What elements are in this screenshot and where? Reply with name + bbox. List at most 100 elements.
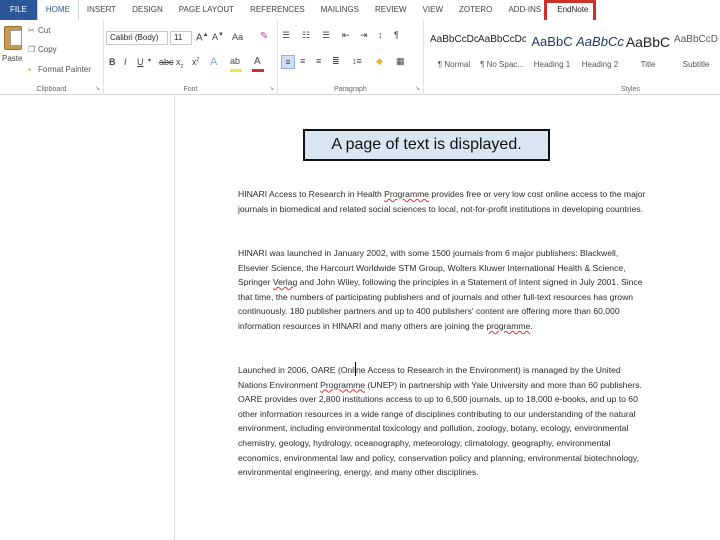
cut-label: Cut — [38, 26, 51, 35]
styles-group: AaBbCcDc ¶ Normal AaBbCcDc ¶ No Spac... … — [424, 20, 720, 95]
styles-group-label: Styles — [620, 86, 640, 93]
font-group: Calibri (Body) 11 A▲ A▼ Aa ✎ B I U ▾ abc… — [104, 20, 278, 95]
style-heading-2[interactable]: AaBbCc Heading 2 — [576, 34, 624, 80]
font-color-icon[interactable]: A — [254, 56, 261, 67]
sort-icon[interactable]: ↕ — [378, 30, 383, 40]
align-center-icon[interactable]: ≡ — [300, 56, 305, 66]
format-painter-button[interactable]: ▪ Format Painter — [28, 65, 91, 74]
para2-text-c: . — [530, 320, 533, 331]
underline-dropdown-icon[interactable]: ▾ — [148, 57, 151, 64]
tab-file[interactable]: FILE — [0, 0, 37, 20]
clipboard-group: Paste ✂ Cut ❐ Copy ▪ Format Painter Clipboa… — [0, 20, 104, 95]
font-launcher-icon[interactable]: ↘ — [269, 85, 274, 92]
paragraph-oare[interactable]: Launched in 2006, OARE (Online Access to… — [238, 363, 648, 480]
font-size-select[interactable]: 11 — [170, 31, 192, 45]
subscript-icon[interactable]: x2 — [176, 57, 183, 70]
shrink-font-icon[interactable]: A▼ — [212, 32, 224, 42]
font-color-bar — [252, 69, 264, 72]
paste-button[interactable]: Paste — [2, 54, 22, 63]
tab-zotero[interactable]: ZOTERO — [451, 0, 500, 20]
clipboard-launcher-icon[interactable]: ↘ — [95, 85, 100, 92]
tab-view[interactable]: VIEW — [415, 0, 451, 20]
copy-icon: ❐ — [28, 45, 36, 54]
page-left-edge — [174, 96, 175, 540]
borders-icon[interactable]: ▦ — [396, 56, 405, 67]
para3-text-b: (UNEP) in partnership with Yale Universi… — [238, 379, 642, 478]
decrease-indent-icon[interactable]: ⇤ — [342, 30, 350, 41]
caption-box: A page of text is displayed. — [303, 129, 550, 161]
ribbon: Paste ✂ Cut ❐ Copy ▪ Format Painter Clipboa… — [0, 20, 720, 95]
para2-misspelled-b: programme — [486, 320, 531, 331]
grow-font-icon[interactable]: A▲ — [196, 32, 209, 43]
style-no-spacing-name: ¶ No Spac... — [480, 60, 524, 69]
text-cursor — [355, 362, 356, 376]
style-title-name: Title — [640, 60, 656, 69]
justify-icon[interactable]: ≣ — [332, 56, 340, 67]
style-no-spacing-sample: AaBbCcDc — [478, 34, 526, 45]
underline-icon[interactable]: U — [137, 57, 144, 67]
style-normal-name: ¶ Normal — [437, 60, 471, 69]
para2-text-b: and John Wiley, following the principles… — [238, 277, 643, 331]
brush-icon: ▪ — [28, 65, 31, 74]
clipboard-group-label: Clipboard — [36, 86, 67, 93]
scissors-icon: ✂ — [28, 26, 35, 35]
copy-button[interactable]: ❐ Copy — [28, 45, 57, 54]
style-heading-2-sample: AaBbCc — [576, 34, 624, 49]
highlight-color-bar — [230, 69, 242, 72]
tab-review[interactable]: REVIEW — [367, 0, 415, 20]
highlight-color-icon[interactable]: ab — [230, 56, 240, 66]
italic-icon[interactable]: I — [124, 57, 127, 67]
bullets-icon[interactable]: ☰ — [282, 30, 290, 41]
text-effects-icon[interactable]: A — [210, 56, 217, 68]
style-subtitle-name: Subtitle — [682, 60, 710, 69]
para3-misspelled: Programme — [320, 379, 366, 390]
tab-insert[interactable]: INSERT — [79, 0, 124, 20]
style-title[interactable]: AaBbC Title — [624, 34, 672, 80]
paragraph-group: ☰ ☷ ☰ ⇤ ⇥ ↕ ¶ ≡ ≡ ≡ ≣ ↕≡ ◆ ▦ Paragraph ↘ — [278, 20, 424, 95]
para1-misspelled: Programme — [384, 189, 430, 199]
align-right-icon[interactable]: ≡ — [316, 56, 321, 66]
style-normal-sample: AaBbCcDc — [430, 34, 478, 45]
paragraph-hinari-intro[interactable]: HINARI Access to Research in Health Prog… — [238, 187, 648, 216]
paragraph-group-label: Paragraph — [334, 86, 367, 93]
style-heading-1[interactable]: AaBbC Heading 1 — [528, 34, 576, 80]
style-subtitle[interactable]: AaBbCcD Subtitle — [672, 34, 720, 80]
tab-home[interactable]: HOME — [36, 0, 79, 20]
tab-page-layout[interactable]: PAGE LAYOUT — [171, 0, 242, 20]
style-heading-1-sample: AaBbC — [531, 34, 573, 49]
change-case-button[interactable]: Aa — [232, 32, 243, 42]
paste-icon[interactable] — [4, 26, 22, 50]
pilcrow-icon[interactable]: ¶ — [394, 30, 399, 40]
ribbon-tabs: FILE HOME INSERT DESIGN PAGE LAYOUT REFE… — [0, 0, 720, 20]
align-left-icon[interactable]: ≡ — [281, 55, 295, 69]
style-heading-1-name: Heading 1 — [533, 60, 571, 69]
paragraph-hinari-history[interactable]: HINARI was launched in January 2002, wit… — [238, 246, 648, 334]
multilevel-list-icon[interactable]: ☰ — [322, 30, 330, 41]
numbering-icon[interactable]: ☷ — [302, 30, 310, 41]
format-painter-label: Format Painter — [38, 65, 91, 74]
tab-add-ins[interactable]: ADD-INS — [500, 0, 549, 20]
style-normal[interactable]: AaBbCcDc ¶ Normal — [430, 34, 478, 80]
font-name-select[interactable]: Calibri (Body) — [106, 31, 168, 45]
style-subtitle-sample: AaBbCcD — [674, 34, 718, 45]
bold-icon[interactable]: B — [109, 57, 116, 67]
clear-formatting-icon[interactable]: ✎ — [260, 31, 268, 42]
strikethrough-icon[interactable]: abc — [159, 57, 174, 67]
shading-icon[interactable]: ◆ — [376, 56, 383, 67]
tab-design[interactable]: DESIGN — [124, 0, 171, 20]
tab-references[interactable]: REFERENCES — [242, 0, 313, 20]
paragraph-launcher-icon[interactable]: ↘ — [415, 85, 420, 92]
para2-misspelled-a: Verlag — [272, 277, 298, 288]
style-no-spacing[interactable]: AaBbCcDc ¶ No Spac... — [478, 34, 526, 80]
para1-text-a: HINARI Access to Research in Health — [238, 189, 385, 199]
line-spacing-icon[interactable]: ↕≡ — [352, 56, 362, 66]
tab-mailings[interactable]: MAILINGS — [313, 0, 367, 20]
style-title-sample: AaBbC — [625, 34, 671, 50]
copy-label: Copy — [38, 45, 57, 54]
superscript-icon[interactable]: x2 — [192, 57, 199, 67]
cut-button[interactable]: ✂ Cut — [28, 26, 50, 35]
word-window: FILE HOME INSERT DESIGN PAGE LAYOUT REFE… — [0, 0, 720, 540]
font-group-label: Font — [183, 86, 198, 93]
increase-indent-icon[interactable]: ⇥ — [360, 30, 368, 41]
style-heading-2-name: Heading 2 — [581, 60, 619, 69]
